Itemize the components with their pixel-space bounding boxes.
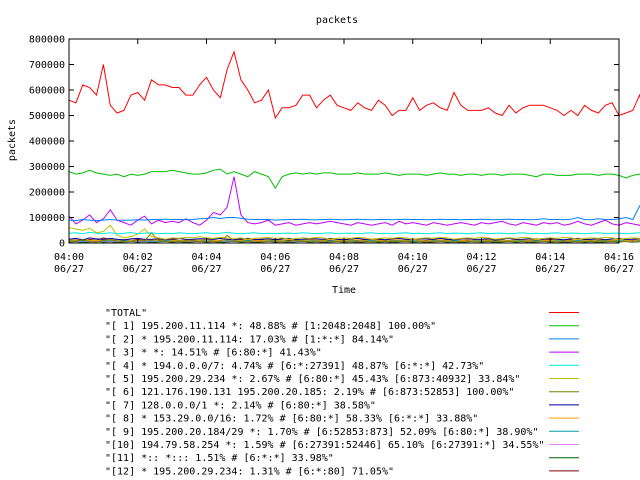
- legend-label: "[12] * 195.200.29.234: 1.31% # [6:*:80]…: [105, 466, 394, 477]
- x-tick-label-time: 04:10: [398, 252, 428, 263]
- y-axis-label: packets: [7, 119, 18, 161]
- y-tick-label: 100000: [29, 213, 65, 224]
- x-axis-label: Time: [332, 285, 356, 296]
- y-tick-label: 0: [59, 239, 65, 250]
- legend-label: "[ 3] * *: 14.51% # [6:80:*] 41.43%": [105, 348, 322, 359]
- x-tick-label-date: 06/27: [398, 264, 428, 275]
- x-tick-label-date: 06/27: [604, 264, 634, 275]
- legend-label: "[ 7] 128.0.0.0/1 *: 2.14% # [6:80:*] 38…: [105, 400, 376, 411]
- legend-label: "[ 4] * 194.0.0.0/7: 4.74% # [6:*:27391]…: [105, 361, 484, 372]
- x-tick-label-time: 04:04: [191, 252, 221, 263]
- y-tick-label: 200000: [29, 188, 65, 199]
- x-tick-label-time: 04:00: [54, 252, 84, 263]
- packets-chart: packets packets Time 0 100000 200000 300000…: [0, 0, 640, 480]
- y-tick-label: 500000: [29, 111, 65, 122]
- x-tick-label-date: 06/27: [329, 264, 359, 275]
- legend-label: "[ 6] 121.176.190.131 195.200.20.185: 2.…: [105, 387, 514, 398]
- x-tick-label-time: 04:16: [604, 252, 634, 263]
- legend-label: "[ 1] 195.200.11.114 *: 48.88% # [1:2048…: [105, 321, 436, 332]
- legend-label: "[ 2] * 195.200.11.114: 17.03% # [1:*:*]…: [105, 334, 394, 345]
- y-tick-label: 600000: [29, 86, 65, 97]
- legend-label: "[ 9] 195.200.20.184/29 *: 1.70% # [6:52…: [105, 427, 538, 438]
- legend-label: "TOTAL": [105, 308, 147, 319]
- x-tick-label-date: 06/27: [466, 264, 496, 275]
- x-tick-label-date: 06/27: [260, 264, 290, 275]
- x-tick-label-time: 04:02: [123, 252, 153, 263]
- x-tick-label-time: 04:06: [260, 252, 290, 263]
- x-tick-label-time: 04:12: [466, 252, 496, 263]
- legend-label: "[10] 194.79.58.254 *: 1.59% # [6:27391:…: [105, 440, 545, 451]
- x-tick-label-date: 06/27: [123, 264, 153, 275]
- x-tick-label-date: 06/27: [54, 264, 84, 275]
- legend-label: "[ 8] * 153.29.0.0/16: 1.72% # [6:80:*] …: [105, 414, 478, 425]
- chart-title: packets: [316, 15, 358, 26]
- y-tick-label: 700000: [29, 60, 65, 71]
- y-tick-label: 800000: [29, 35, 65, 46]
- x-tick-label-time: 04:14: [535, 252, 565, 263]
- y-tick-label: 300000: [29, 162, 65, 173]
- y-tick-label: 400000: [29, 137, 65, 148]
- x-tick-label-date: 06/27: [535, 264, 565, 275]
- x-tick-label-time: 04:08: [329, 252, 359, 263]
- legend-label: "[ 5] 195.200.29.234 *: 2.67% # [6:80:*]…: [105, 374, 520, 385]
- x-tick-label-date: 06/27: [191, 264, 221, 275]
- legend-label: "[11] *:: *::: 1.51% # [6:*:*] 33.98%": [105, 453, 334, 464]
